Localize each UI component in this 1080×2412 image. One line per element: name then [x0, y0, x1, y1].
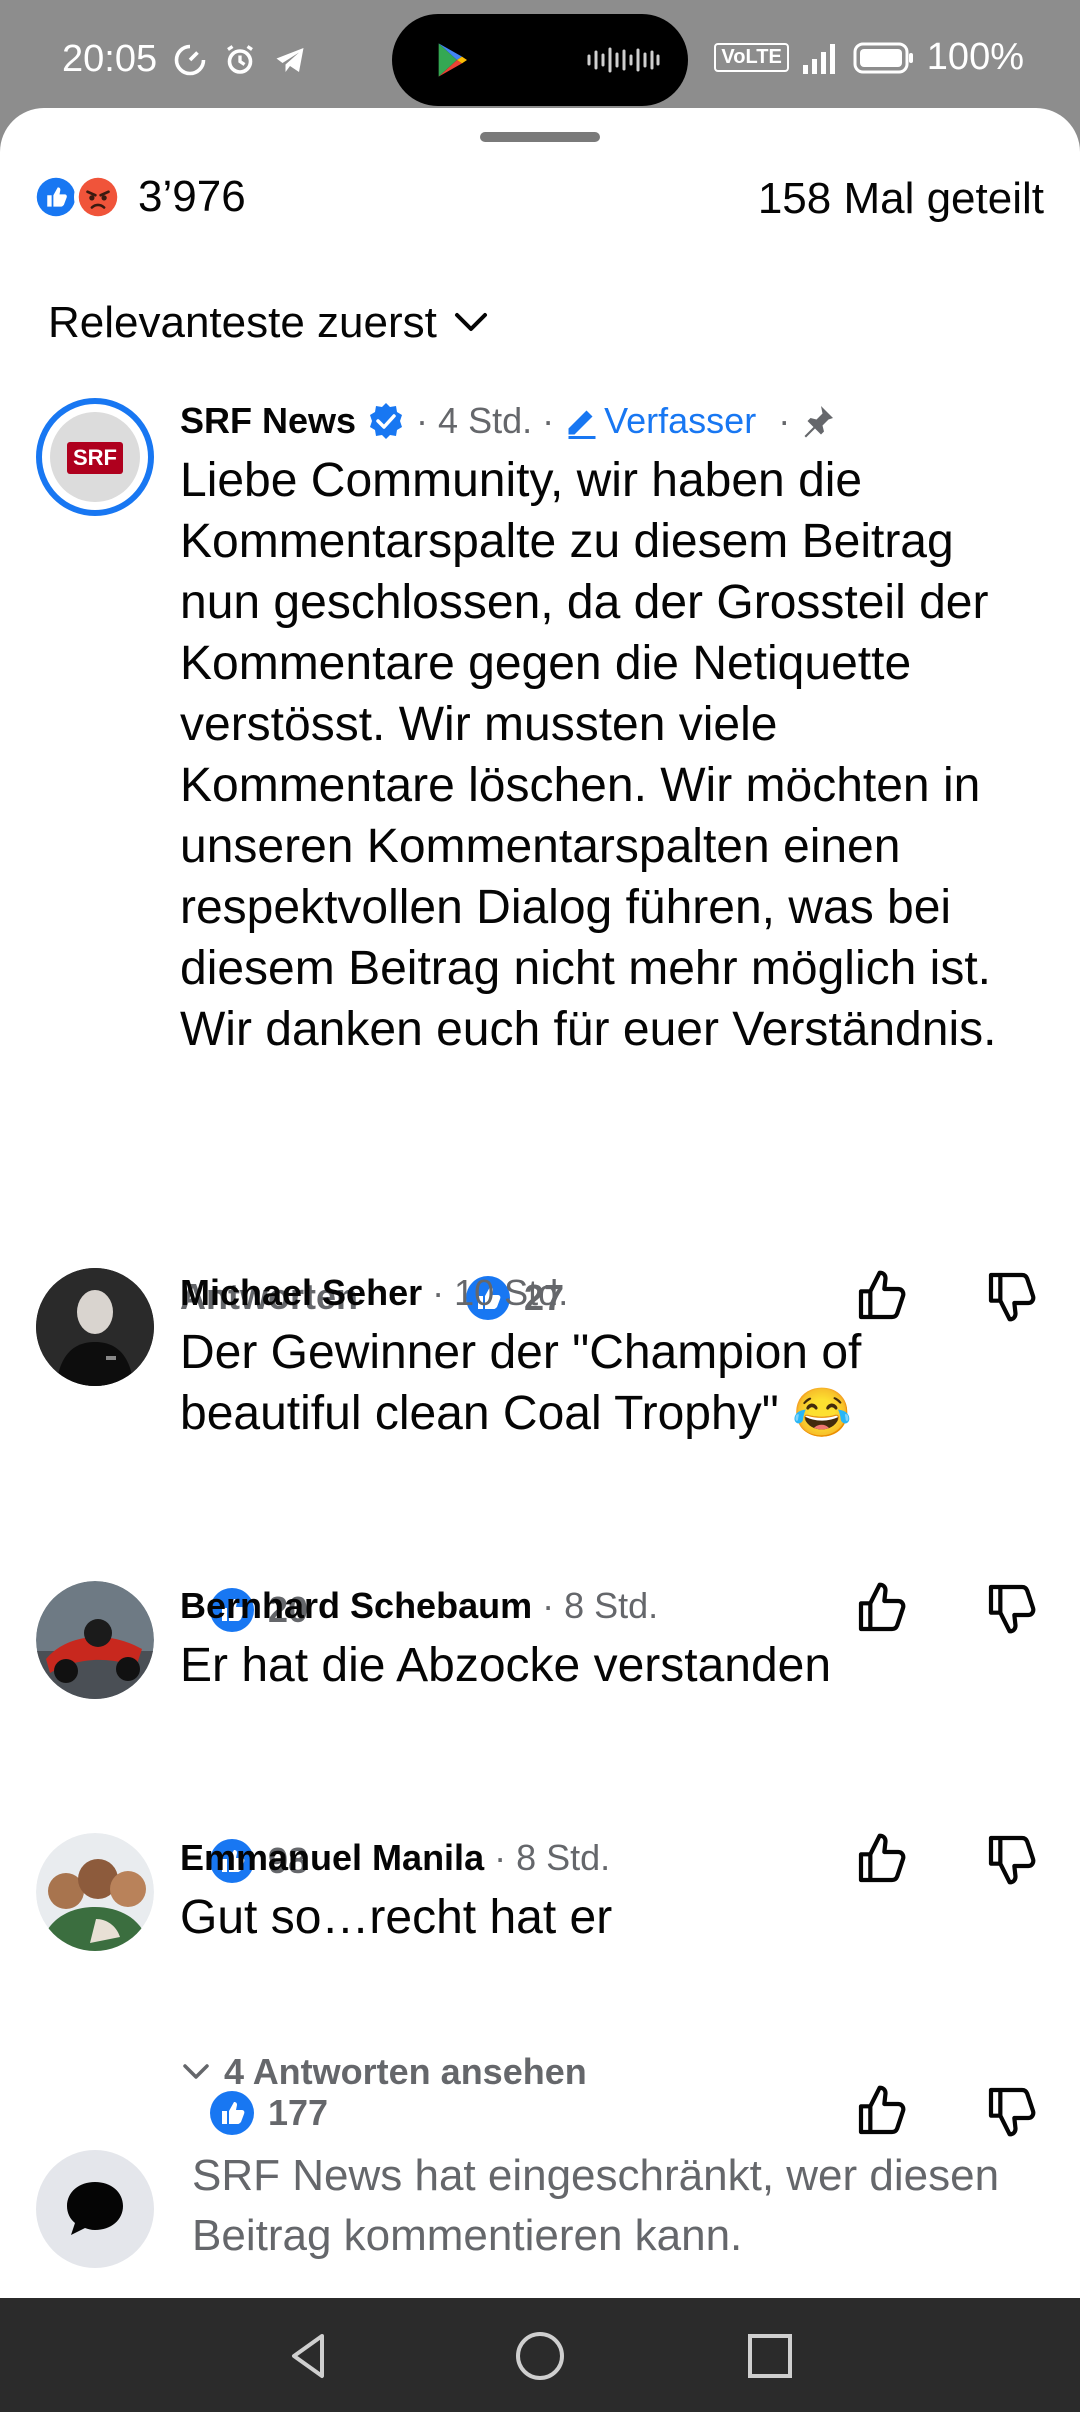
avatar[interactable] — [36, 1581, 154, 1699]
reactions-summary[interactable]: 3’976 — [32, 172, 246, 222]
srf-logo-text: SRF — [67, 442, 123, 474]
reactions-count: 3’976 — [138, 172, 246, 221]
chevron-down-icon — [183, 2064, 209, 2079]
sort-label: Relevanteste zuerst — [48, 298, 437, 347]
comment-header: Emmanuel Manila · 8 Std. — [180, 1837, 1040, 1879]
comment-text: Der Gewinner der "Champion of beautiful … — [180, 1326, 862, 1440]
back-icon[interactable] — [278, 2326, 338, 2386]
data-saver-icon — [174, 44, 206, 76]
separator-dot: · — [778, 400, 791, 441]
telegram-icon — [276, 48, 304, 72]
speech-bubble-icon — [67, 2182, 123, 2235]
comment-header: Michael Seher · 10 Std. — [180, 1272, 1040, 1314]
system-navigation-bar — [0, 2298, 1080, 2412]
verified-badge-icon — [370, 403, 403, 439]
dynamic-island — [392, 14, 688, 106]
alarm-icon — [227, 45, 253, 74]
comment-text: Liebe Community, wir haben die Kommentar… — [180, 454, 997, 1056]
avatar[interactable] — [36, 1833, 154, 1951]
home-icon[interactable] — [510, 2326, 570, 2386]
signal-icon — [802, 43, 835, 74]
pin-icon — [804, 406, 834, 438]
comment-author[interactable]: Emmanuel Manila — [180, 1837, 484, 1879]
status-icons — [172, 42, 308, 78]
volte-badge: VoLTE — [714, 43, 789, 72]
comment-body: Emmanuel Manila · 8 Std. Gut so…recht ha… — [180, 1837, 1040, 1948]
comment-body: Michael Seher · 10 Std. Der Gewinner der… — [180, 1272, 1040, 1444]
recent-apps-icon[interactable] — [740, 2326, 800, 2386]
comment-time: 8 Std. — [564, 1585, 659, 1626]
sheet-drag-handle[interactable] — [480, 132, 600, 142]
restricted-page-name[interactable]: SRF News — [192, 2151, 402, 2200]
like-reaction-icon — [32, 173, 80, 221]
comment-text: Er hat die Abzocke verstanden — [180, 1639, 832, 1692]
avatar[interactable] — [36, 1268, 154, 1386]
separator-dot: · — [542, 400, 555, 441]
comment-time: 4 Std. — [438, 400, 533, 441]
comments-restricted-notice: SRF News hat eingeschränkt, wer diesen B… — [0, 2128, 1080, 2298]
author-badge: Verfasser — [604, 400, 757, 441]
comment-body: Bernhard Schebaum · 8 Std. Er hat die Ab… — [180, 1585, 1040, 1696]
audio-wave-icon — [587, 47, 660, 73]
restricted-text: SRF News hat eingeschränkt, wer diesen B… — [192, 2146, 1012, 2266]
google-play-icon — [438, 43, 467, 77]
status-bar: 20:05 VoLTE 100% — [0, 0, 1080, 110]
view-replies-label: 4 Antworten ansehen — [224, 2051, 587, 2092]
sort-dropdown[interactable]: Relevanteste zuerst — [48, 298, 491, 348]
comments-sheet: 3’976 158 Mal geteilt Relevanteste zuers… — [0, 108, 1080, 2298]
battery-percent: 100% — [926, 36, 1024, 78]
comment-author[interactable]: Michael Seher — [180, 1272, 422, 1314]
battery-icon — [853, 42, 913, 73]
status-time: 20:05 — [62, 38, 158, 80]
avatar-photo — [36, 1581, 154, 1699]
view-replies-button[interactable]: 4 Antworten ansehen — [180, 2051, 587, 2093]
comment-text: Gut so…recht hat er — [180, 1891, 613, 1944]
pencil-icon — [568, 410, 596, 439]
comment-author[interactable]: Bernhard Schebaum — [180, 1585, 532, 1627]
separator-dot: · — [494, 1837, 507, 1878]
separator-dot: · — [432, 1272, 445, 1313]
restricted-icon-wrap — [36, 2150, 154, 2268]
separator-dot: · — [416, 400, 429, 441]
avatar-photo — [36, 1833, 154, 1951]
share-count[interactable]: 158 Mal geteilt — [758, 174, 1044, 224]
status-right: VoLTE 100% — [714, 36, 1024, 79]
comment-header: Bernhard Schebaum · 8 Std. — [180, 1585, 1040, 1627]
comment-header: SRF News · 4 Std. · Verfasser · — [180, 400, 1040, 442]
comment-author[interactable]: SRF News — [180, 400, 356, 442]
chevron-down-icon — [454, 313, 487, 331]
comment-time: 10 Std. — [454, 1272, 569, 1313]
separator-dot: · — [542, 1585, 555, 1626]
angry-reaction-icon — [74, 173, 122, 221]
avatar-photo — [36, 1268, 154, 1386]
comment-time: 8 Std. — [516, 1837, 611, 1878]
avatar[interactable]: SRF — [36, 398, 154, 516]
comment-body: SRF News · 4 Std. · Verfasser · Liebe Co… — [180, 400, 1040, 1060]
srf-logo: SRF — [50, 412, 140, 502]
